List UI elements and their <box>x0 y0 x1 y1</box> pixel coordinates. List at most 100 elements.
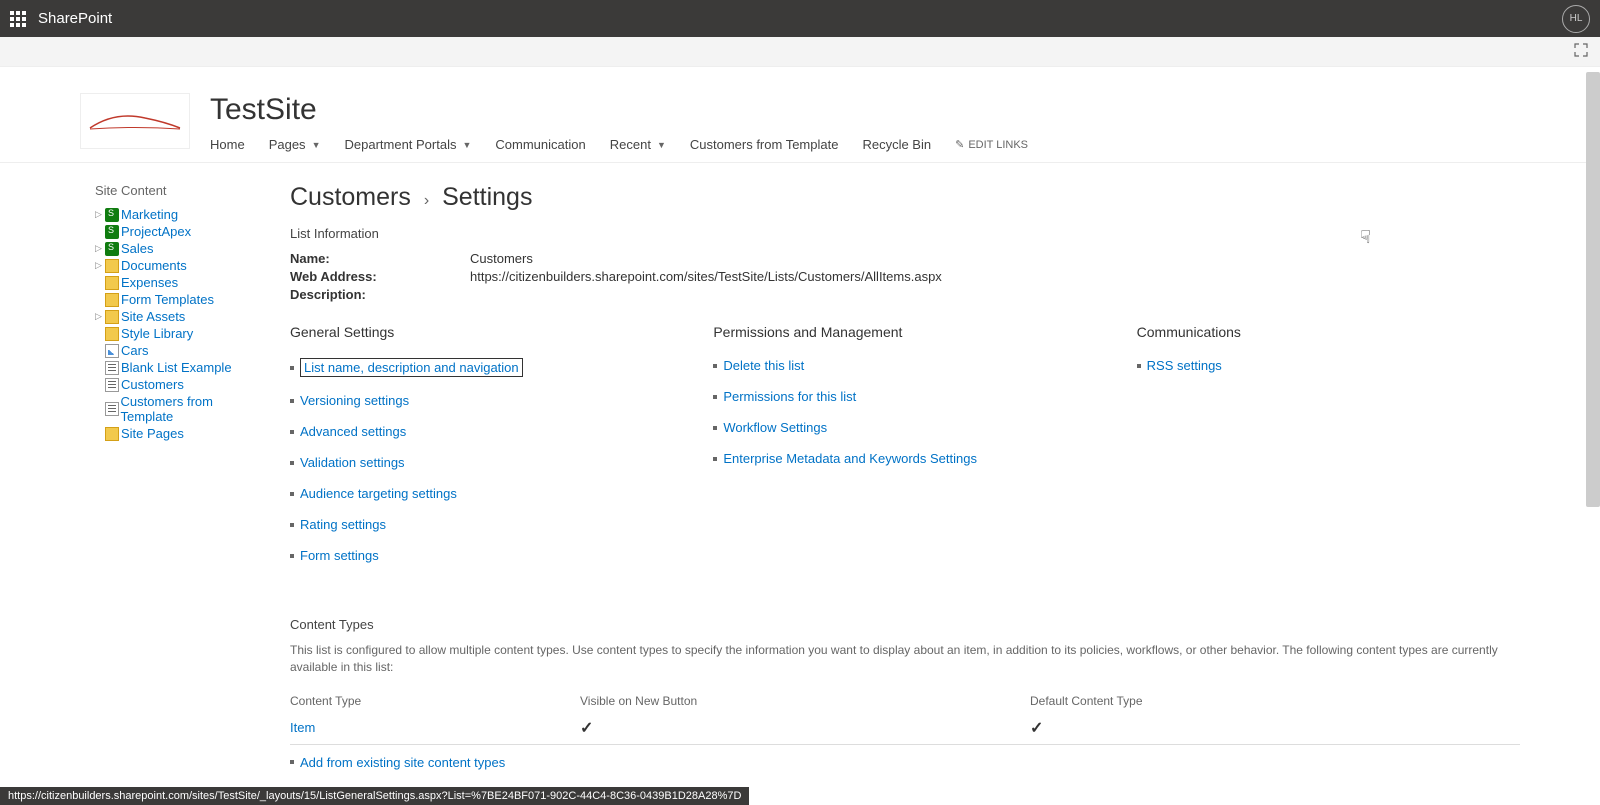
page-body: TestSite Home Pages▼ Department Portals▼… <box>0 67 1600 805</box>
car-logo-icon <box>85 106 185 136</box>
breadcrumb-current: Settings <box>442 183 532 211</box>
tree-item-expenses[interactable]: ▷Expenses <box>95 274 260 291</box>
permissions-header: Permissions and Management <box>713 324 1096 340</box>
content-types-header: Content Types <box>290 617 1520 632</box>
bullet-icon <box>290 554 294 558</box>
tree-item-documents[interactable]: ▷Documents <box>95 257 260 274</box>
list-icon <box>105 402 119 416</box>
info-row-name: Name: Customers <box>290 251 1520 266</box>
expand-caret-icon[interactable]: ▷ <box>95 311 103 322</box>
nav-department-portals[interactable]: Department Portals▼ <box>344 137 471 152</box>
tree-item-projectapex[interactable]: ▷ProjectApex <box>95 223 260 240</box>
info-row-web: Web Address: https://citizenbuilders.sha… <box>290 269 1520 284</box>
nav-customers-template[interactable]: Customers from Template <box>690 137 839 152</box>
bullet-icon <box>290 430 294 434</box>
edit-links-button[interactable]: ✎ EDIT LINKS <box>955 138 1028 151</box>
link-validation[interactable]: Validation settings <box>300 455 405 470</box>
permissions-col: Permissions and Management Delete this l… <box>713 324 1096 579</box>
communications-col: Communications RSS settings <box>1137 324 1520 579</box>
table-row: Item ✓ ✓ <box>290 712 1520 745</box>
site-header: TestSite Home Pages▼ Department Portals▼… <box>0 67 1600 163</box>
site-logo[interactable] <box>80 93 190 149</box>
bullet-icon <box>713 457 717 461</box>
tree-item-site-assets[interactable]: ▷Site Assets <box>95 308 260 325</box>
link-permissions[interactable]: Permissions for this list <box>723 389 856 404</box>
bullet-icon <box>1137 364 1141 368</box>
site-info: TestSite Home Pages▼ Department Portals▼… <box>210 93 1028 152</box>
folder-icon <box>105 427 119 441</box>
bullet-icon <box>290 399 294 403</box>
content-types-description: This list is configured to allow multipl… <box>290 642 1520 676</box>
bullet-icon <box>713 364 717 368</box>
check-icon: ✓ <box>1030 720 1043 737</box>
link-advanced[interactable]: Advanced settings <box>300 424 406 439</box>
app-name: SharePoint <box>38 10 112 27</box>
tree-item-cars[interactable]: ▷Cars <box>95 342 260 359</box>
nav-recent[interactable]: Recent▼ <box>610 137 666 152</box>
folder-icon <box>105 276 119 290</box>
app-launcher-icon[interactable] <box>10 11 26 27</box>
nav-pages[interactable]: Pages▼ <box>269 137 321 152</box>
tree-item-form-templates[interactable]: ▷Form Templates <box>95 291 260 308</box>
web-label: Web Address: <box>290 269 470 284</box>
link-enterprise-metadata[interactable]: Enterprise Metadata and Keywords Setting… <box>723 451 977 466</box>
name-value: Customers <box>470 251 533 266</box>
subsite-icon <box>105 225 119 239</box>
link-workflow[interactable]: Workflow Settings <box>723 420 827 435</box>
general-settings-col: General Settings List name, description … <box>290 324 673 579</box>
expand-caret-icon[interactable]: ▷ <box>95 260 103 271</box>
link-form-settings[interactable]: Form settings <box>300 548 379 563</box>
list-icon <box>105 378 119 392</box>
link-add-content-type[interactable]: Add from existing site content types <box>300 755 505 770</box>
info-row-desc: Description: <box>290 287 1520 302</box>
fullscreen-icon[interactable] <box>1574 43 1588 60</box>
subsite-icon <box>105 242 119 256</box>
bullet-icon <box>290 523 294 527</box>
link-delete-list[interactable]: Delete this list <box>723 358 804 373</box>
general-settings-header: General Settings <box>290 324 673 340</box>
breadcrumb: Customers › Settings <box>290 183 1520 212</box>
suite-bar: SharePoint HL <box>0 0 1600 37</box>
nav-home[interactable]: Home <box>210 137 245 152</box>
breadcrumb-separator-icon: › <box>424 192 429 209</box>
communications-header: Communications <box>1137 324 1520 340</box>
tree-item-sales[interactable]: ▷Sales <box>95 240 260 257</box>
ct-item-link[interactable]: Item <box>290 720 315 735</box>
bullet-icon <box>713 426 717 430</box>
settings-columns: General Settings List name, description … <box>290 324 1520 579</box>
left-nav: Site Content ▷Marketing ▷ProjectApex ▷Sa… <box>95 183 260 805</box>
user-avatar[interactable]: HL <box>1562 5 1590 33</box>
link-rss[interactable]: RSS settings <box>1147 358 1222 373</box>
tree-item-marketing[interactable]: ▷Marketing <box>95 206 260 223</box>
tree-item-customers[interactable]: ▷Customers <box>95 376 260 393</box>
folder-icon <box>105 310 119 324</box>
expand-caret-icon[interactable]: ▷ <box>95 209 103 220</box>
expand-caret-icon[interactable]: ▷ <box>95 243 103 254</box>
content-types-section: Content Types This list is configured to… <box>290 617 1520 801</box>
link-audience-targeting[interactable]: Audience targeting settings <box>300 486 457 501</box>
left-nav-header: Site Content <box>95 183 260 198</box>
nav-communication[interactable]: Communication <box>495 137 585 152</box>
chevron-down-icon: ▼ <box>657 140 666 150</box>
breadcrumb-parent[interactable]: Customers <box>290 183 411 211</box>
tree-item-style-library[interactable]: ▷Style Library <box>95 325 260 342</box>
link-versioning[interactable]: Versioning settings <box>300 393 409 408</box>
link-rating[interactable]: Rating settings <box>300 517 386 532</box>
check-icon: ✓ <box>580 720 593 737</box>
scrollbar[interactable] <box>1586 72 1600 507</box>
tree-item-blank-list[interactable]: ▷Blank List Example <box>95 359 260 376</box>
tree-item-site-pages[interactable]: ▷Site Pages <box>95 425 260 442</box>
chevron-down-icon: ▼ <box>462 140 471 150</box>
suite-bar-left: SharePoint <box>10 10 112 27</box>
list-info-header: List Information <box>290 226 1520 241</box>
site-title[interactable]: TestSite <box>210 93 1028 127</box>
tree-item-customers-template[interactable]: ▷Customers from Template <box>95 393 260 425</box>
web-value[interactable]: https://citizenbuilders.sharepoint.com/s… <box>470 269 942 284</box>
subsite-icon <box>105 208 119 222</box>
nav-recycle-bin[interactable]: Recycle Bin <box>862 137 931 152</box>
col-default: Default Content Type <box>1030 690 1520 712</box>
bullet-icon <box>290 366 294 370</box>
bullet-icon <box>290 461 294 465</box>
link-list-name-desc-nav[interactable]: List name, description and navigation <box>300 358 523 377</box>
bullet-icon <box>290 492 294 496</box>
